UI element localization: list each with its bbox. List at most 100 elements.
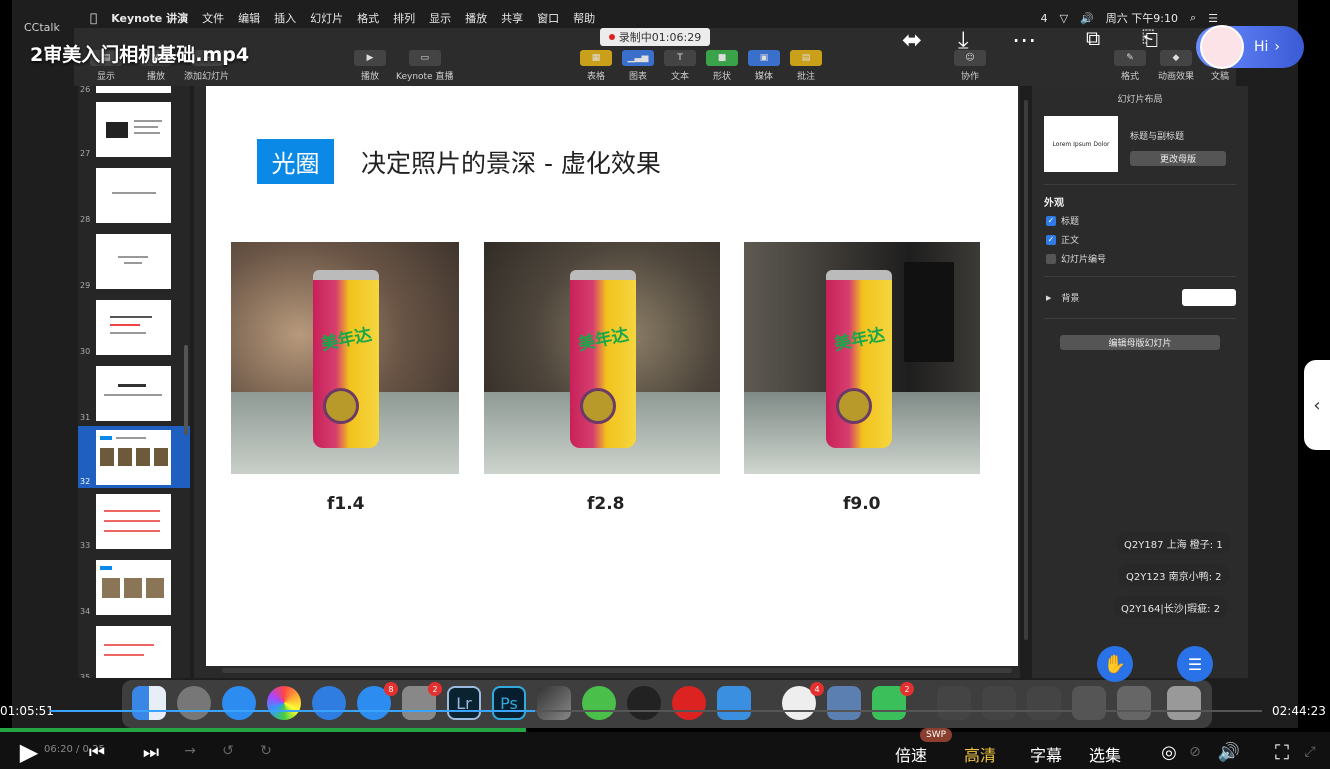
toolbar-media: ▣ 媒体 <box>748 50 780 82</box>
badge: 2 <box>428 682 442 696</box>
badge: 4 <box>810 682 824 696</box>
soda-can: 美年达 <box>313 270 379 448</box>
dock-window-thumb <box>1072 686 1106 720</box>
checkbox-checked-icon: ✓ <box>1046 215 1056 226</box>
checkbox-empty-icon <box>1046 253 1056 264</box>
elapsed-time: 01:05:51 <box>0 704 54 718</box>
slide-navigator: 26 27 28 29 30 31 32 33 34 35 <box>78 86 190 678</box>
toolbar-play: ▶ 播放 <box>354 50 386 82</box>
volume-button[interactable]: 🔊 <box>1215 740 1243 764</box>
more-icon[interactable]: ⋯ <box>1012 26 1036 62</box>
trash-icon <box>1167 686 1201 720</box>
edit-master-button: 编辑母版幻灯片 <box>1060 335 1220 350</box>
quality-button[interactable]: 高清 <box>964 742 996 766</box>
mac-dock: 8 2 Lr Ps 4 2 <box>122 680 1212 728</box>
photoshop-icon: Ps <box>492 686 526 720</box>
buffer-indicator <box>0 728 526 732</box>
inspector-panel: 幻灯片布局 Lorem Ipsum Dolor 标题与副标题 更改母版 外观 ✓… <box>1032 86 1248 678</box>
hand-icon: ✋ <box>1103 653 1127 675</box>
slide-thumb[interactable]: 29 <box>78 230 190 292</box>
slide-thumb[interactable]: 34 <box>78 556 190 618</box>
photos-icon <box>267 686 301 720</box>
slide: 光圈 决定照片的景深 - 虚化效果 美年达 美年达 美年达 f1.4 f2.8 … <box>206 86 1018 666</box>
danmaku-icon[interactable]: ◎ <box>1157 740 1181 764</box>
previous-button[interactable]: ⏮ <box>86 740 108 764</box>
slide-thumb[interactable]: 28 <box>78 164 190 226</box>
photo-f2-8: 美年达 <box>484 242 720 474</box>
video-title: 2审美入门相机基础.mp4 <box>30 44 250 66</box>
preview-icon <box>827 686 861 720</box>
rewind-icon: ↺ <box>222 743 234 759</box>
fast-forward-icon: ↻ <box>260 743 272 759</box>
danmaku-settings-icon[interactable]: ⊘ <box>1185 740 1205 764</box>
photo-f1-4: 美年达 <box>231 242 459 474</box>
raise-hand-button[interactable]: ✋ <box>1097 646 1133 682</box>
canvas-hscrollbar <box>222 668 1012 673</box>
dock-window-thumb <box>1117 686 1151 720</box>
slide-thumb[interactable]: 31 <box>78 362 190 424</box>
menu-item: 文件 <box>194 12 224 25</box>
background-row: ▶ 背景 <box>1046 293 1080 305</box>
soda-can: 美年达 <box>826 270 892 448</box>
menu-item: 显示 <box>421 12 451 25</box>
menu-app: Keynote 讲演 <box>104 12 188 25</box>
media-icon: ▣ <box>748 50 780 66</box>
menu-item: 格式 <box>349 12 379 25</box>
menu-item: 窗口 <box>529 12 559 25</box>
menu-item: 排列 <box>385 12 415 25</box>
chat-message: Q2Y187 上海 橙子: 1 <box>1116 532 1231 554</box>
slide-thumb[interactable]: 30 <box>78 296 190 358</box>
netease-music-icon <box>672 686 706 720</box>
expand-icon[interactable]: ⤢ <box>1300 740 1320 764</box>
slide-thumb[interactable]: 26 <box>78 86 190 96</box>
slide-heading: 决定照片的景深 - 虚化效果 <box>361 149 661 178</box>
play-icon: ▶ <box>354 50 386 66</box>
dock-window-thumb <box>937 686 971 720</box>
launchpad-icon <box>177 686 211 720</box>
subtitle-button[interactable]: 字幕 <box>1030 742 1062 766</box>
slide-thumb-active[interactable]: 32 <box>78 426 190 488</box>
badge: 8 <box>384 682 398 696</box>
change-master-button: 更改母版 <box>1130 151 1226 166</box>
download-icon[interactable]: ⤓ <box>958 26 969 62</box>
cast-icon[interactable]: ⎗ <box>1142 26 1158 62</box>
play-button[interactable]: ▶ <box>16 738 42 766</box>
hi-assistant-button[interactable]: Hi › <box>1196 25 1304 69</box>
menu-item: 帮助 <box>565 12 595 25</box>
slide-thumb[interactable]: 27 <box>78 98 190 160</box>
video-frame[interactable]:  Keynote 讲演 文件 编辑 插入 幻灯片 格式 排列 显示 播放 共享… <box>12 0 1298 728</box>
fullscreen-icon[interactable]: ⛶ <box>1268 740 1296 764</box>
slide-thumb[interactable]: 35 <box>78 622 190 678</box>
menu-item: 共享 <box>493 12 523 25</box>
menu-item: 幻灯片 <box>302 12 343 25</box>
chat-message: Q2Y164|长沙|瑕疵: 2 <box>1113 596 1229 618</box>
apple-icon:  <box>90 11 97 25</box>
toolbar-text: T 文本 <box>664 50 696 82</box>
share-icon[interactable]: ⬌ <box>902 26 922 62</box>
check-title: ✓ 标题 <box>1046 215 1080 227</box>
keynote-icon <box>717 686 751 720</box>
next-button[interactable]: ⏭ <box>140 740 162 764</box>
slide-thumb[interactable]: 33 <box>78 490 190 552</box>
forward-icon: → <box>184 743 196 759</box>
toolbar-shape: ■ 形状 <box>706 50 738 82</box>
toolbar-keynote-live: ▭ Keynote 直播 <box>396 50 453 82</box>
video-player:  Keynote 讲演 文件 编辑 插入 幻灯片 格式 排列 显示 播放 共享… <box>0 0 1330 769</box>
chart-icon: ▁▃▅ <box>622 50 654 66</box>
menubar-status: 4 ▽ 🔊 周六 下午9:10 ⌕ ☰ <box>1041 10 1218 26</box>
dock-window-thumb <box>982 686 1016 720</box>
text-icon: T <box>664 50 696 66</box>
pip-icon[interactable]: ⧉ <box>1086 26 1100 62</box>
side-panel-toggle[interactable]: ‹ <box>1304 360 1330 450</box>
progress-fill <box>50 710 535 712</box>
toolbar-chart: ▁▃▅ 图表 <box>622 50 654 82</box>
fstop-label: f2.8 <box>587 494 625 514</box>
chat-button[interactable]: ☰ <box>1177 646 1213 682</box>
menu-item: 播放 <box>457 12 487 25</box>
battery-badge: 4 <box>1040 11 1048 25</box>
speed-button[interactable]: 倍速 <box>895 742 927 766</box>
episodes-button[interactable]: 选集 <box>1089 742 1121 766</box>
inspector-title: 幻灯片布局 <box>1117 95 1163 105</box>
volume-icon: 🔊 <box>1080 11 1094 25</box>
menu-item: 插入 <box>266 12 296 25</box>
